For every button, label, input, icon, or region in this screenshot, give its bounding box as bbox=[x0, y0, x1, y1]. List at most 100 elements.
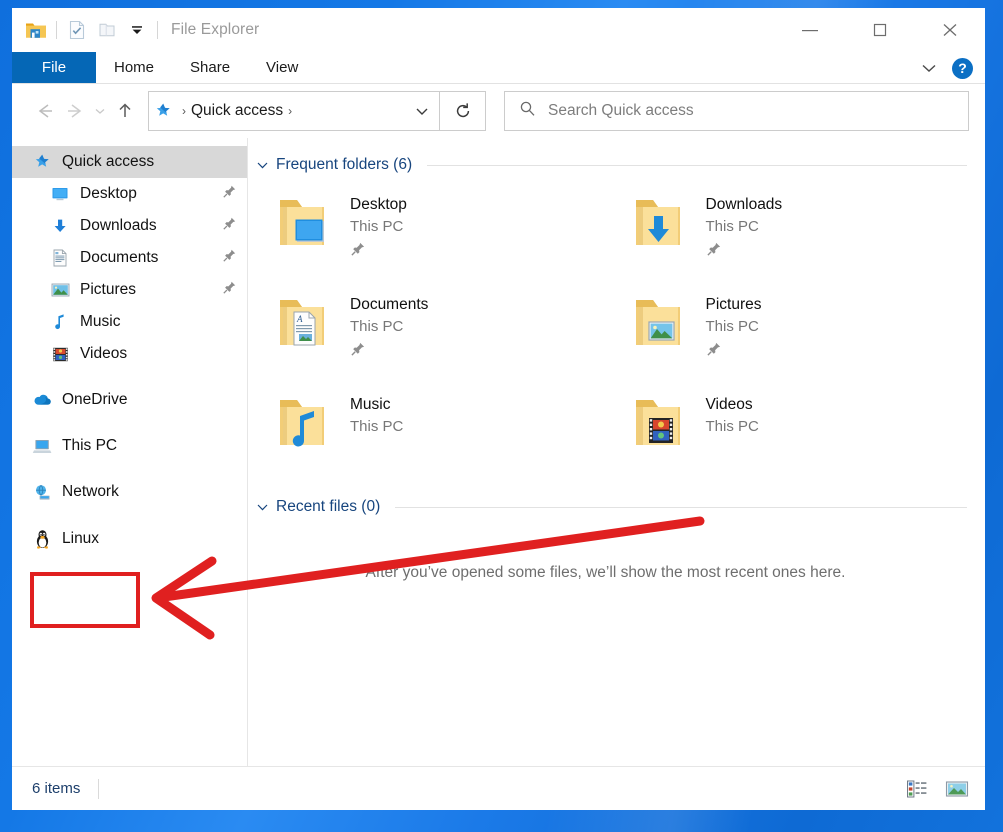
details-view-button[interactable] bbox=[903, 776, 931, 802]
close-button[interactable] bbox=[915, 8, 985, 52]
sidebar-item-label: Quick access bbox=[56, 153, 154, 171]
sidebar-item-videos[interactable]: Videos bbox=[12, 338, 247, 370]
pictures-icon bbox=[46, 282, 74, 298]
folder-tile[interactable]: Desktop This PC bbox=[256, 184, 612, 284]
customize-qat-dropdown-icon[interactable] bbox=[122, 15, 152, 45]
content-pane: Frequent folders (6) bbox=[248, 138, 985, 766]
pin-icon[interactable] bbox=[222, 248, 237, 268]
folder-tile-meta: Documents This PC bbox=[350, 292, 428, 362]
folder-pictures-icon bbox=[612, 292, 706, 352]
group-header-recent-files[interactable]: Recent files (0) bbox=[256, 484, 967, 516]
folder-tile-name: Desktop bbox=[350, 194, 407, 216]
pin-icon[interactable] bbox=[350, 238, 407, 262]
search-box[interactable]: Search Quick access bbox=[504, 91, 969, 131]
folder-tile[interactable]: Downloads This PC bbox=[612, 184, 968, 284]
tab-share-label: Share bbox=[190, 59, 230, 76]
breadcrumb-separator-1[interactable]: › bbox=[177, 104, 191, 118]
search-input[interactable]: Search Quick access bbox=[548, 102, 694, 120]
folder-tile-location: This PC bbox=[706, 316, 762, 338]
file-explorer-window: File Explorer File Home Share V bbox=[12, 8, 985, 810]
folder-properties-icon[interactable] bbox=[62, 15, 92, 45]
navigation-pane: Quick access Desktop bbox=[12, 138, 248, 766]
sidebar-item-label: Videos bbox=[74, 345, 127, 363]
folder-tile-name: Documents bbox=[350, 294, 428, 316]
folder-tile[interactable]: Videos This PC bbox=[612, 384, 968, 484]
folder-tile-meta: Downloads This PC bbox=[706, 192, 783, 262]
folder-tile-meta: Videos This PC bbox=[706, 392, 759, 438]
sidebar-item-this-pc[interactable]: This PC bbox=[12, 430, 247, 462]
forward-button[interactable] bbox=[60, 96, 90, 126]
folder-tile-meta: Music This PC bbox=[350, 392, 403, 438]
sidebar-gap-2 bbox=[12, 416, 247, 430]
sidebar-item-pictures[interactable]: Pictures bbox=[12, 274, 247, 306]
status-bar: 6 items bbox=[12, 766, 985, 810]
breadcrumb-separator-2[interactable]: › bbox=[283, 104, 297, 118]
folder-desktop-icon bbox=[256, 192, 350, 252]
minimize-button[interactable] bbox=[775, 8, 845, 52]
pin-icon[interactable] bbox=[222, 216, 237, 236]
status-divider bbox=[98, 779, 99, 799]
item-count-label: 6 items bbox=[32, 780, 80, 797]
maximize-button[interactable] bbox=[845, 8, 915, 52]
videos-icon bbox=[46, 346, 74, 363]
tab-view[interactable]: View bbox=[248, 52, 316, 83]
tab-view-label: View bbox=[266, 59, 298, 76]
up-button[interactable] bbox=[110, 96, 140, 126]
refresh-button[interactable] bbox=[440, 91, 486, 131]
onedrive-icon bbox=[28, 393, 56, 407]
sidebar-item-documents[interactable]: Documents bbox=[12, 242, 247, 274]
breadcrumb-quick-access[interactable]: Quick access bbox=[191, 102, 283, 120]
recent-locations-button[interactable] bbox=[90, 96, 110, 126]
sidebar-item-quick-access[interactable]: Quick access bbox=[12, 146, 247, 178]
folder-tile[interactable]: Music This PC bbox=[256, 384, 612, 484]
group-title: Recent files (0) bbox=[276, 498, 380, 516]
pin-icon[interactable] bbox=[706, 238, 783, 262]
music-icon bbox=[46, 313, 74, 331]
group-divider-line bbox=[427, 165, 967, 166]
window-controls bbox=[775, 8, 985, 52]
help-label: ? bbox=[958, 60, 967, 76]
sidebar-item-network[interactable]: Network bbox=[12, 476, 247, 508]
sidebar-item-music[interactable]: Music bbox=[12, 306, 247, 338]
new-folder-icon[interactable] bbox=[92, 15, 122, 45]
folder-tile-name: Videos bbox=[706, 394, 759, 416]
tab-file[interactable]: File bbox=[12, 52, 96, 83]
quick-access-toolbar bbox=[12, 15, 163, 45]
star-icon bbox=[28, 153, 56, 171]
linux-penguin-icon bbox=[28, 529, 56, 550]
this-pc-icon bbox=[28, 438, 56, 455]
chevron-down-icon[interactable] bbox=[256, 161, 269, 170]
tab-home[interactable]: Home bbox=[96, 52, 172, 83]
recent-files-empty-message: After you’ve opened some files, we’ll sh… bbox=[256, 516, 967, 582]
chevron-down-icon[interactable] bbox=[916, 55, 942, 81]
address-dropdown-icon[interactable] bbox=[405, 105, 439, 117]
sidebar-gap-3 bbox=[12, 462, 247, 476]
sidebar-item-label: OneDrive bbox=[56, 391, 127, 409]
pin-icon[interactable] bbox=[222, 280, 237, 300]
sidebar-item-linux[interactable]: Linux bbox=[12, 523, 247, 555]
qat-divider-1 bbox=[56, 21, 57, 39]
large-icons-view-button[interactable] bbox=[943, 776, 971, 802]
folder-tile-location: This PC bbox=[350, 216, 407, 238]
folder-tile-location: This PC bbox=[706, 216, 783, 238]
pin-icon[interactable] bbox=[706, 338, 762, 362]
title-bar: File Explorer bbox=[12, 8, 985, 52]
back-button[interactable] bbox=[30, 96, 60, 126]
sidebar-item-downloads[interactable]: Downloads bbox=[12, 210, 247, 242]
sidebar-item-onedrive[interactable]: OneDrive bbox=[12, 384, 247, 416]
pin-icon[interactable] bbox=[350, 338, 428, 362]
chevron-down-icon[interactable] bbox=[256, 503, 269, 512]
address-bar-row: › Quick access › Search Quick access bbox=[12, 84, 985, 138]
folder-tile-meta: Pictures This PC bbox=[706, 292, 762, 362]
sidebar-item-desktop[interactable]: Desktop bbox=[12, 178, 247, 210]
folder-documents-icon: A bbox=[256, 292, 350, 352]
pin-icon[interactable] bbox=[222, 184, 237, 204]
folder-tile[interactable]: A Documents This PC bbox=[256, 284, 612, 384]
address-bar[interactable]: › Quick access › bbox=[148, 91, 440, 131]
tab-home-label: Home bbox=[114, 59, 154, 76]
documents-icon bbox=[46, 249, 74, 267]
help-icon[interactable]: ? bbox=[952, 58, 973, 79]
tab-share[interactable]: Share bbox=[172, 52, 248, 83]
folder-tile[interactable]: Pictures This PC bbox=[612, 284, 968, 384]
group-header-frequent-folders[interactable]: Frequent folders (6) bbox=[256, 138, 967, 174]
